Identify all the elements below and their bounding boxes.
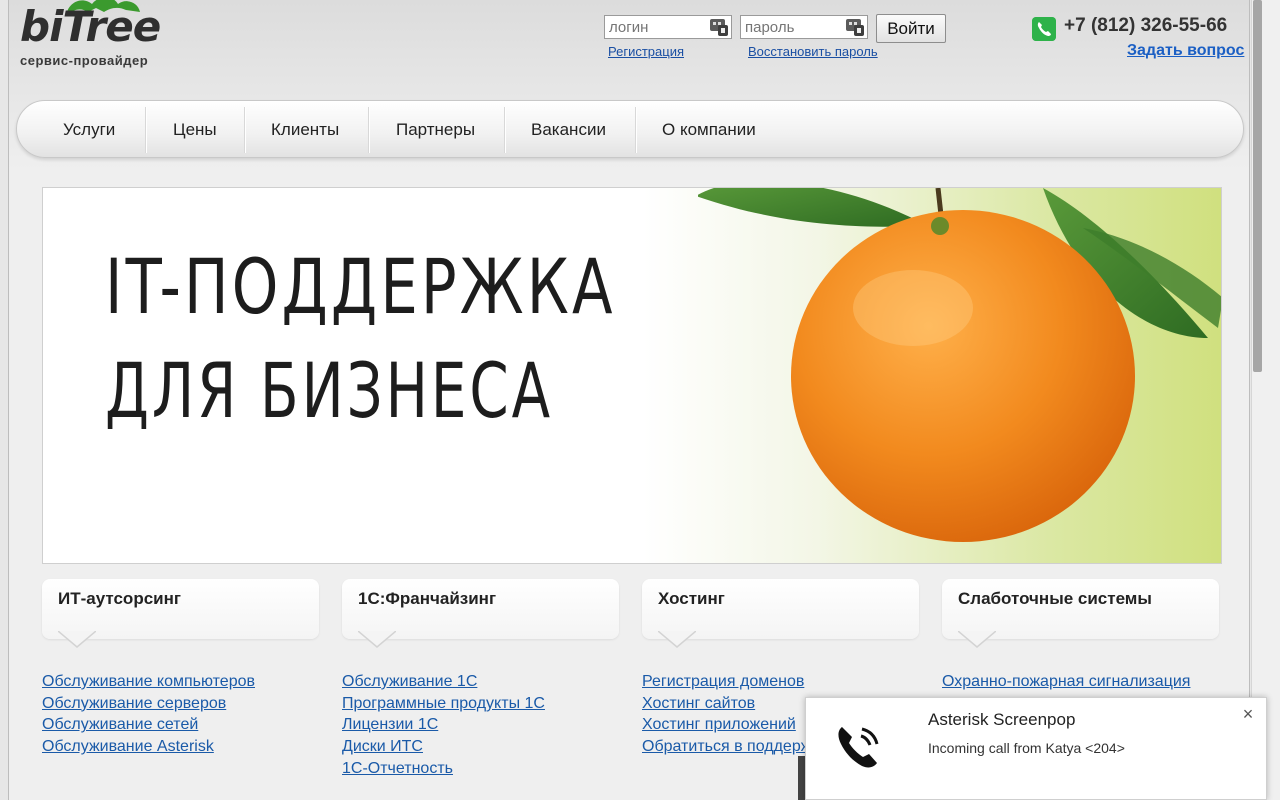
notification-title: Asterisk Screenpop — [928, 710, 1076, 729]
nav-item-clients[interactable]: Клиенты — [271, 101, 339, 159]
category-card-1c-franchise[interactable]: 1С:Франчайзинг — [342, 579, 619, 648]
notification-message: Incoming call from Katya <204> — [928, 740, 1125, 756]
phone-number: +7 (812) 326-55-66 — [1064, 15, 1228, 36]
orange-fruit-image — [698, 188, 1221, 542]
category-link[interactable]: Программные продукты 1С — [342, 693, 545, 715]
nav-item-services[interactable]: Услуги — [63, 101, 115, 159]
main-nav: Услуги Цены Клиенты Партнеры Вакансии О … — [16, 100, 1244, 158]
category-links-low-current: Охранно-пожарная сигнализация — [942, 671, 1190, 693]
banner-subheadline: ДЛЯ БИЗНЕСА — [105, 346, 554, 435]
login-button[interactable]: Войти — [876, 14, 946, 43]
phone-ringing-icon — [838, 727, 879, 768]
nav-divider — [145, 107, 146, 153]
category-links-it-outsourcing: Обслуживание компьютеров Обслуживание се… — [42, 671, 255, 758]
nav-divider — [504, 107, 505, 153]
nav-divider — [244, 107, 245, 153]
close-icon[interactable]: × — [1238, 704, 1258, 724]
category-link[interactable]: Хостинг приложений — [642, 714, 811, 736]
category-title: 1С:Франчайзинг — [358, 589, 497, 608]
nav-divider — [368, 107, 369, 153]
category-title: Слаботочные системы — [958, 589, 1152, 608]
nav-item-partners[interactable]: Партнеры — [396, 101, 475, 159]
chevron-down-icon — [658, 631, 696, 648]
category-title: ИТ-аутсорсинг — [58, 589, 181, 608]
category-link[interactable]: Обслуживание серверов — [42, 693, 255, 715]
category-link[interactable]: Обслуживание 1С — [342, 671, 545, 693]
category-links-hosting: Регистрация доменов Хостинг сайтов Хости… — [642, 671, 811, 758]
category-card-hosting[interactable]: Хостинг — [642, 579, 919, 648]
category-link[interactable]: Обслуживание сетей — [42, 714, 255, 736]
category-links-1c-franchise: Обслуживание 1С Программные продукты 1С … — [342, 671, 545, 780]
nav-item-vacancies[interactable]: Вакансии — [531, 101, 606, 159]
chevron-down-icon — [958, 631, 996, 648]
phone-icon — [1032, 17, 1056, 41]
logo-wordmark: biTree — [20, 2, 161, 51]
category-link[interactable]: 1С-Отчетность — [342, 758, 545, 780]
scrollbar-thumb[interactable] — [1253, 0, 1262, 372]
register-link[interactable]: Регистрация — [608, 44, 684, 59]
chevron-down-icon — [58, 631, 96, 648]
logo-tagline: сервис-провайдер — [20, 53, 149, 68]
category-link[interactable]: Регистрация доменов — [642, 671, 811, 693]
site-logo[interactable]: biTree сервис-провайдер — [20, 0, 161, 75]
category-link[interactable]: Хостинг сайтов — [642, 693, 811, 715]
keyboard-key-icon — [846, 19, 864, 36]
chevron-down-icon — [358, 631, 396, 648]
category-link[interactable]: Лицензии 1С — [342, 714, 545, 736]
call-notification-popup[interactable]: Asterisk Screenpop Incoming call from Ka… — [805, 697, 1267, 800]
ask-question-link[interactable]: Задать вопрос — [1127, 42, 1244, 60]
category-link[interactable]: Обслуживание компьютеров — [42, 671, 255, 693]
category-link[interactable]: Обслуживание Asterisk — [42, 736, 255, 758]
category-link[interactable]: Обратиться в поддерж — [642, 736, 811, 758]
nav-item-about[interactable]: О компании — [662, 101, 756, 159]
nav-item-prices[interactable]: Цены — [173, 101, 217, 159]
category-card-it-outsourcing[interactable]: ИТ-аутсорсинг — [42, 579, 319, 648]
category-link[interactable]: Диски ИТС — [342, 736, 545, 758]
category-link[interactable]: Охранно-пожарная сигнализация — [942, 671, 1190, 693]
restore-password-link[interactable]: Восстановить пароль — [748, 44, 878, 59]
category-card-low-current[interactable]: Слаботочные системы — [942, 579, 1219, 648]
keyboard-key-icon — [710, 19, 728, 36]
category-title: Хостинг — [658, 589, 725, 608]
hero-banner[interactable]: IT-ПОДДЕРЖКА ДЛЯ БИЗНЕСА — [42, 187, 1222, 564]
banner-headline: IT-ПОДДЕРЖКА — [105, 242, 616, 331]
nav-divider — [635, 107, 636, 153]
